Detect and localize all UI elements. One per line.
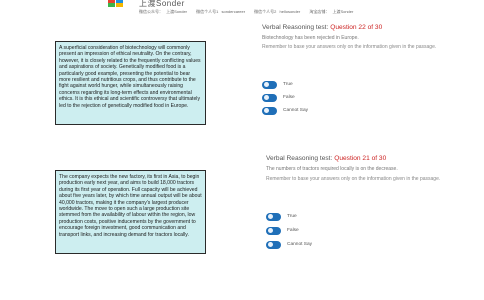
question-instruction: Remember to base your answers only on th… [266, 176, 441, 182]
answer-option-cannot-say[interactable]: Cannot Say [262, 106, 308, 115]
brand-contact-item: 淘宝店铺： 上渡Sonder [309, 9, 354, 14]
question-statement: Biotechnology has been rejected in Europ… [262, 35, 359, 41]
question-title: Verbal Reasoning test: Question 21 of 30 [266, 155, 386, 162]
answer-label: True [287, 214, 297, 219]
answer-option-cannot-say[interactable]: Cannot Say [266, 240, 312, 249]
answer-label: False [287, 228, 299, 233]
brand-contact-item: 微信个人号2 hellosonder [254, 9, 301, 14]
answer-option-true[interactable]: True [262, 80, 293, 89]
toggle-icon[interactable] [266, 240, 281, 249]
question-number: Question 22 of 30 [330, 24, 383, 31]
toggle-icon[interactable] [266, 212, 281, 221]
toggle-icon[interactable] [262, 93, 277, 102]
question-title-prefix: Verbal Reasoning test: [262, 24, 331, 31]
question-title-prefix: Verbal Reasoning test: [266, 155, 335, 162]
question-instruction: Remember to base your answers only on th… [262, 44, 437, 50]
brand-title: 上渡Sonder [139, 0, 185, 8]
brand-contact-line: 微信公众号： 上渡Sonder 微信个人号1 sondercareer 微信个人… [139, 9, 359, 15]
toggle-icon[interactable] [262, 80, 277, 89]
brand-contact-item: 微信公众号： 上渡Sonder [139, 9, 188, 14]
toggle-icon[interactable] [266, 226, 281, 235]
passage-text: A superficial consideration of biotechno… [55, 41, 206, 125]
logo-green-square [108, 3, 115, 7]
answer-option-false[interactable]: False [266, 226, 299, 235]
answer-label: Cannot Say [287, 242, 313, 247]
brand-logo [108, 0, 126, 7]
question-statement: The numbers of tractors required locally… [266, 166, 398, 172]
answer-option-true[interactable]: True [266, 212, 297, 221]
brand-contact-item: 微信个人号1 sondercareer [196, 9, 246, 14]
logo-yellow-square [116, 3, 123, 7]
toggle-icon[interactable] [262, 106, 277, 115]
question-number: Question 21 of 30 [334, 155, 387, 162]
passage-text: The company expects the new factory, its… [55, 170, 206, 254]
answer-label: Cannot Say [283, 108, 309, 113]
answer-label: True [283, 82, 293, 87]
answer-option-false[interactable]: False [262, 93, 295, 102]
answer-label: False [283, 95, 295, 100]
question-title: Verbal Reasoning test: Question 22 of 30 [262, 24, 382, 31]
